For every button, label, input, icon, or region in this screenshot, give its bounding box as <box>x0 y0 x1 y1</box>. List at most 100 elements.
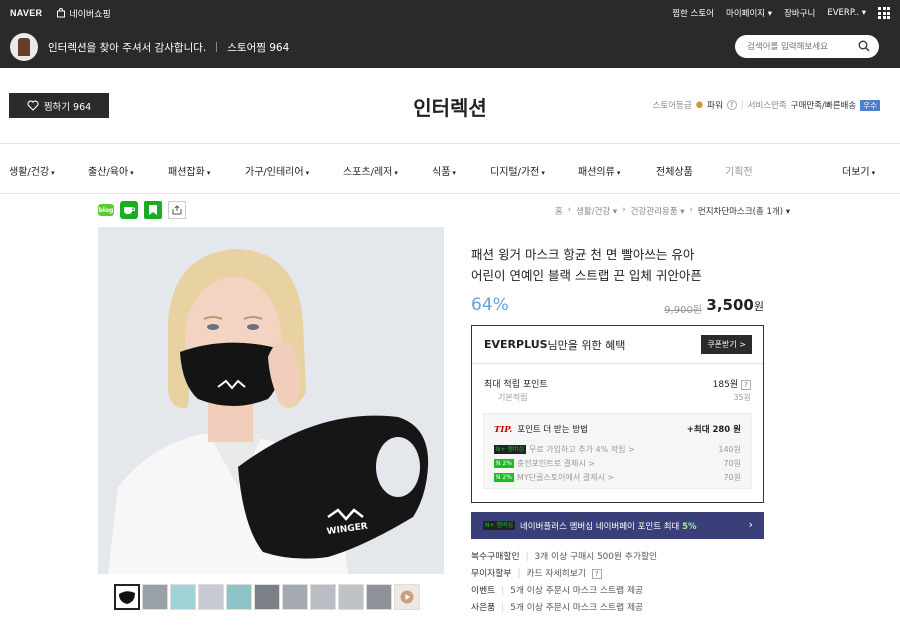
extra-key: 복수구매할인 <box>471 552 520 562</box>
global-topbar: NAVER 네이버쇼핑 찜한 스토어 마이페이지 ▾ 장바구니 EVERP.. … <box>0 0 900 26</box>
account-label: EVERP.. <box>827 8 860 18</box>
extra-value: 5개 이상 주문시 마스크 스트랩 제공 <box>510 603 644 613</box>
topbar-link-account[interactable]: EVERP.. ▾ <box>827 8 866 18</box>
naver-shopping-link[interactable]: 네이버쇼핑 <box>56 7 111 20</box>
chevron-right-icon: › <box>748 518 753 531</box>
extra-key: 이벤트 <box>471 586 496 596</box>
tip-row-value: 70원 <box>723 473 741 482</box>
search-input[interactable] <box>747 41 857 52</box>
breadcrumb-current[interactable]: 먼지차단마스크(총 1개) ▾ <box>698 205 790 217</box>
chevron-right-icon: › <box>689 205 693 215</box>
naver-plus-banner[interactable]: N+ 멤버십 네이버플러스 멤버십 네이버페이 포인트 최대 5% › <box>471 512 764 539</box>
card-details-link[interactable]: 카드 자세히보기 <box>526 566 585 583</box>
category-nav: 생활/건강 ▾ 출산/육아 ▾ 패션잡화 ▾ 가구/인테리어 ▾ 스포츠/레저 ▾ 식품 ▾… <box>0 144 900 194</box>
nav-item-more[interactable]: 더보기 ▾ <box>842 163 875 178</box>
divider: | <box>501 603 505 613</box>
store-favorites-count[interactable]: 스토어찜 964 <box>227 40 289 55</box>
tip-row[interactable]: N+ 멤버십 무료 가입하고 추가 4% 적립 > 140원 <box>494 444 741 455</box>
topbar-link-mypage[interactable]: 마이페이지 ▾ <box>726 7 772 19</box>
grade-label: 스토어등급 <box>652 101 692 111</box>
nav-item-fashion-clothing[interactable]: 패션의류 ▾ <box>578 163 620 178</box>
divider: | <box>525 552 529 562</box>
nav-item-living[interactable]: 생활/건강 ▾ <box>9 163 55 178</box>
nav-item-food[interactable]: 식품 ▾ <box>432 163 456 178</box>
nav-item-promotions[interactable]: 기획전 <box>725 163 753 178</box>
extra-value: 3개 이상 구매시 500원 추가할인 <box>534 552 658 562</box>
nav-label: 가구/인테리어 <box>245 167 304 178</box>
extra-benefits: 복수구매할인 | 3개 이상 구매시 500원 추가할인 무이자할부 | 카드 자세히보… <box>471 549 657 617</box>
naver-logo[interactable]: NAVER <box>10 8 42 18</box>
chevron-right-icon: › <box>567 205 572 215</box>
service-badge: 우수 <box>860 99 880 111</box>
naver-pay-badge: N 2% <box>494 473 514 482</box>
help-icon[interactable]: ? <box>741 380 751 390</box>
thumbnail-strip <box>114 584 420 610</box>
help-icon[interactable]: ? <box>591 569 602 579</box>
sale-price: 3,500원 <box>706 296 764 314</box>
breadcrumb: 홈 › 생활/건강 ▾ › 건강관리용품 ▾ › 먼지차단마스크(총 1개) ▾ <box>555 205 790 217</box>
thumbnail[interactable] <box>338 584 364 610</box>
store-search-box[interactable] <box>735 35 879 58</box>
nav-item-furniture[interactable]: 가구/인테리어 ▾ <box>245 163 309 178</box>
max-points-row: 최대 적립 포인트 185원 ? <box>484 377 751 390</box>
thumbnail[interactable] <box>170 584 196 610</box>
thumbnail[interactable] <box>282 584 308 610</box>
price-row: 64% 9,900원 3,500원 <box>471 293 764 319</box>
topbar-link-cart[interactable]: 장바구니 <box>784 7 815 19</box>
chevron-down-icon: ▾ <box>616 169 621 177</box>
nav-item-all-products[interactable]: 전체상품 <box>656 163 693 178</box>
breadcrumb-label: 먼지차단마스크(총 1개) <box>697 207 784 217</box>
banner-pct: 5% <box>682 521 697 532</box>
search-icon[interactable] <box>858 40 870 52</box>
product-title-line: 패션 윙거 마스크 항균 천 면 빨아쓰는 유아 <box>471 247 695 262</box>
extra-key: 무이자할부 <box>471 569 512 579</box>
service-value: 구매만족/빠른배송 <box>790 101 857 111</box>
tip-row[interactable]: N 2% 충전포인트로 결제시 > 70원 <box>494 458 741 469</box>
breadcrumb-item[interactable]: 생활/건강 ▾ <box>576 205 617 217</box>
thumbnail[interactable] <box>198 584 224 610</box>
cafe-share-icon[interactable] <box>120 201 138 219</box>
topbar-link-fav-stores[interactable]: 찜한 스토어 <box>672 7 714 19</box>
thumbnail[interactable] <box>310 584 336 610</box>
original-price: 9,900원 <box>664 305 702 316</box>
get-coupon-button[interactable]: 쿠폰받기 > <box>701 335 752 354</box>
chevron-right-icon: › <box>622 205 626 215</box>
nav-item-fashion-acc[interactable]: 패션잡화 ▾ <box>168 163 210 178</box>
chevron-down-icon: ▾ <box>541 169 545 177</box>
play-icon <box>400 590 414 604</box>
naver-plus-badge: N+ 멤버십 <box>483 521 515 530</box>
nav-label: 출산/육아 <box>88 167 129 178</box>
thumbnail[interactable] <box>114 584 140 610</box>
tip-row-value: 70원 <box>723 459 741 468</box>
video-thumbnail[interactable] <box>394 584 420 610</box>
breadcrumb-item[interactable]: 홈 <box>555 205 563 217</box>
naver-plus-badge: N+ 멤버십 <box>494 445 526 454</box>
nav-item-sports[interactable]: 스포츠/레저 ▾ <box>343 163 398 178</box>
nav-item-digital[interactable]: 디지털/가전 ▾ <box>490 163 545 178</box>
nav-item-baby[interactable]: 출산/육아 ▾ <box>88 163 134 178</box>
nav-label: 디지털/가전 <box>490 167 540 178</box>
store-avatar[interactable] <box>10 33 38 61</box>
breadcrumb-item[interactable]: 건강관리용품 ▾ <box>631 205 685 217</box>
thumbnail[interactable] <box>142 584 168 610</box>
chevron-down-icon: ▾ <box>130 169 134 177</box>
thumbnail[interactable] <box>254 584 280 610</box>
member-name: EVERPLUS <box>484 338 548 351</box>
share-icons: blog <box>98 201 186 219</box>
basic-points-label: 기본적립 <box>498 393 528 402</box>
extra-row: 무이자할부 | 카드 자세히보기? <box>471 566 657 583</box>
thumbnail[interactable] <box>366 584 392 610</box>
tip-row[interactable]: N 2% MY단골스토어에서 결제시 > 70원 <box>494 472 741 483</box>
apps-grid-icon[interactable] <box>878 7 890 19</box>
help-icon[interactable]: ? <box>726 100 737 110</box>
thumbnail[interactable] <box>226 584 252 610</box>
product-main-image[interactable]: WINGER <box>98 227 444 574</box>
extra-row: 이벤트 | 5개 이상 주문시 마스크 스트랩 제공 <box>471 583 657 600</box>
bookmark-share-icon[interactable] <box>144 201 162 219</box>
divider: | <box>517 569 521 579</box>
product-photo: WINGER <box>98 227 444 574</box>
share-icon[interactable] <box>168 201 186 219</box>
grade-medal-icon: ● <box>695 100 704 110</box>
blog-share-icon[interactable]: blog <box>98 204 114 216</box>
basic-points-row: 기본적립 35원 <box>484 392 751 403</box>
